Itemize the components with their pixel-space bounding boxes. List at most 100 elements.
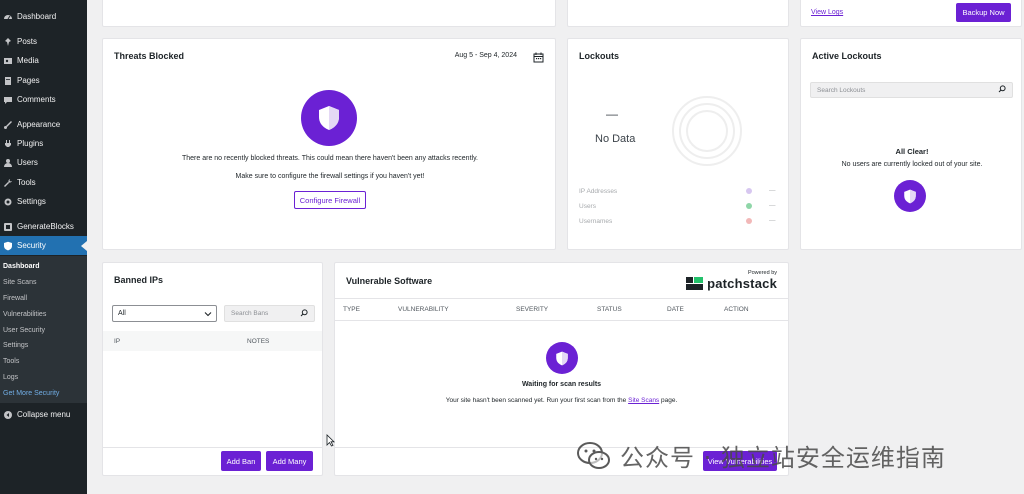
threats-title: Threats Blocked	[114, 51, 185, 61]
pages-icon	[3, 76, 13, 86]
comment-icon	[3, 95, 13, 105]
sidebar-item-media[interactable]: Media	[0, 51, 87, 70]
search-bans-placeholder: Search Bans	[231, 310, 269, 317]
submenu-tools[interactable]: Tools	[3, 358, 19, 365]
search-bans-input[interactable]: Search Bans	[224, 305, 315, 322]
lockouts-dash: —	[606, 107, 618, 121]
all-clear-heading: All Clear!	[895, 147, 929, 156]
calendar-icon[interactable]	[533, 50, 544, 68]
sidebar-item-label: Comments	[17, 95, 56, 104]
submenu-user-security[interactable]: User Security	[3, 327, 45, 334]
submenu-firewall[interactable]: Firewall	[3, 295, 27, 302]
lockouts-title: Lockouts	[579, 51, 620, 61]
patchstack-brand: patchstack	[707, 276, 777, 291]
legend-usernames-label: Usernames	[579, 218, 613, 225]
legend-ip-value: —	[769, 187, 776, 194]
wechat-icon	[577, 441, 610, 469]
col-vulnerability: VULNERABILITY	[398, 306, 449, 313]
legend-users-value: —	[769, 202, 776, 209]
active-lockouts-card: Active Lockouts Search Lockouts All Clea…	[800, 38, 1022, 250]
media-icon	[3, 56, 13, 66]
shield-check-icon	[319, 106, 339, 130]
ban-filter-value: All	[118, 310, 126, 317]
sidebar-item-plugins[interactable]: Plugins	[0, 134, 87, 153]
search-lockouts-input[interactable]: Search Lockouts	[810, 82, 1013, 98]
footer-divider	[103, 447, 322, 448]
wrench-icon	[3, 178, 13, 188]
settings-icon	[3, 197, 13, 207]
legend-usernames-dot	[746, 218, 752, 224]
lockouts-no-data: No Data	[595, 133, 636, 145]
sidebar-item-settings[interactable]: Settings	[0, 192, 87, 211]
top-card-middle	[567, 0, 789, 27]
legend-users-label: Users	[579, 203, 596, 210]
sidebar-item-label: Pages	[17, 76, 40, 85]
blocks-icon	[3, 222, 13, 232]
user-icon	[3, 158, 13, 168]
sidebar-item-dashboard[interactable]: Dashboard	[0, 7, 87, 26]
sidebar-item-generateblocks[interactable]: GenerateBlocks	[0, 217, 87, 236]
sidebar-item-label: Tools	[17, 178, 36, 187]
banned-ips-title: Banned IPs	[114, 275, 164, 285]
collapse-icon	[3, 410, 13, 420]
add-many-button[interactable]: Add Many	[266, 451, 313, 471]
sidebar-item-tools[interactable]: Tools	[0, 173, 87, 192]
security-submenu: Dashboard Site Scans Firewall Vulnerabil…	[0, 256, 87, 403]
col-status: STATUS	[597, 306, 622, 313]
vuln-table-header: TYPE VULNERABILITY SEVERITY STATUS DATE …	[335, 298, 788, 321]
ban-filter-select[interactable]: All	[112, 305, 217, 322]
sidebar-item-comments[interactable]: Comments	[0, 90, 87, 109]
top-card-left	[102, 0, 556, 27]
submenu-logs[interactable]: Logs	[3, 374, 18, 381]
search-icon[interactable]	[300, 308, 308, 319]
watermark: 公众号 · 独立站安全运维指南	[576, 438, 946, 473]
dashboard-icon	[3, 12, 13, 22]
submenu-get-more-security[interactable]: Get More Security	[3, 390, 59, 397]
search-icon[interactable]	[998, 85, 1006, 95]
submenu-dashboard[interactable]: Dashboard	[3, 263, 40, 270]
col-notes: NOTES	[247, 338, 270, 345]
mouse-cursor-icon	[326, 434, 335, 447]
active-lockouts-title: Active Lockouts	[812, 51, 882, 61]
shield-check-icon	[904, 189, 916, 203]
patchstack-logo[interactable]: patchstack	[686, 276, 777, 291]
threats-message-2: Make sure to configure the firewall sett…	[235, 173, 425, 180]
admin-sidebar: Dashboard Posts Media Pages Comments App…	[0, 0, 87, 494]
col-severity: SEVERITY	[516, 306, 549, 313]
configure-firewall-button[interactable]: Configure Firewall	[294, 191, 366, 209]
submenu-site-scans[interactable]: Site Scans	[3, 279, 36, 286]
sidebar-item-appearance[interactable]: Appearance	[0, 115, 87, 134]
sidebar-item-pages[interactable]: Pages	[0, 71, 87, 90]
watermark-text: 公众号 · 独立站安全运维指南	[620, 444, 946, 472]
empty-donut-chart	[672, 96, 742, 166]
submenu-settings[interactable]: Settings	[3, 342, 28, 349]
active-lockouts-shield-badge	[894, 180, 926, 212]
scan-message-suffix: page.	[659, 397, 678, 404]
sidebar-item-label: GenerateBlocks	[17, 222, 74, 231]
view-logs-link[interactable]: View Logs	[811, 9, 843, 16]
backup-card: View Logs Backup Now	[800, 0, 1022, 27]
sidebar-item-label: Settings	[17, 197, 46, 206]
all-clear-message: No users are currently locked out of you…	[841, 161, 983, 168]
submenu-vulnerabilities[interactable]: Vulnerabilities	[3, 311, 46, 318]
site-scans-link[interactable]: Site Scans	[628, 397, 659, 404]
col-type: TYPE	[343, 306, 360, 313]
threats-blocked-card: Threats Blocked Aug 5 - Sep 4, 2024 Ther…	[102, 38, 556, 250]
sidebar-item-label: Dashboard	[17, 12, 57, 21]
vuln-shield-badge	[546, 342, 578, 374]
sidebar-item-posts[interactable]: Posts	[0, 32, 87, 51]
collapse-menu-button[interactable]: Collapse menu	[0, 405, 87, 424]
col-action: ACTION	[724, 306, 749, 313]
sidebar-item-security[interactable]: Security	[0, 236, 87, 255]
legend-users-dot	[746, 203, 752, 209]
add-ban-button[interactable]: Add Ban	[221, 451, 261, 471]
sidebar-item-label: Media	[17, 56, 39, 65]
backup-now-button[interactable]: Backup Now	[956, 3, 1011, 22]
sidebar-item-label: Users	[17, 158, 38, 167]
sidebar-item-label: Posts	[17, 37, 38, 46]
scan-message-prefix: Your site hasn't been scanned yet. Run y…	[445, 397, 629, 404]
plug-icon	[3, 139, 13, 149]
banned-ips-card: Banned IPs All Search Bans IP NOTES Add …	[102, 262, 323, 476]
date-range[interactable]: Aug 5 - Sep 4, 2024	[455, 52, 517, 59]
sidebar-item-users[interactable]: Users	[0, 153, 87, 172]
